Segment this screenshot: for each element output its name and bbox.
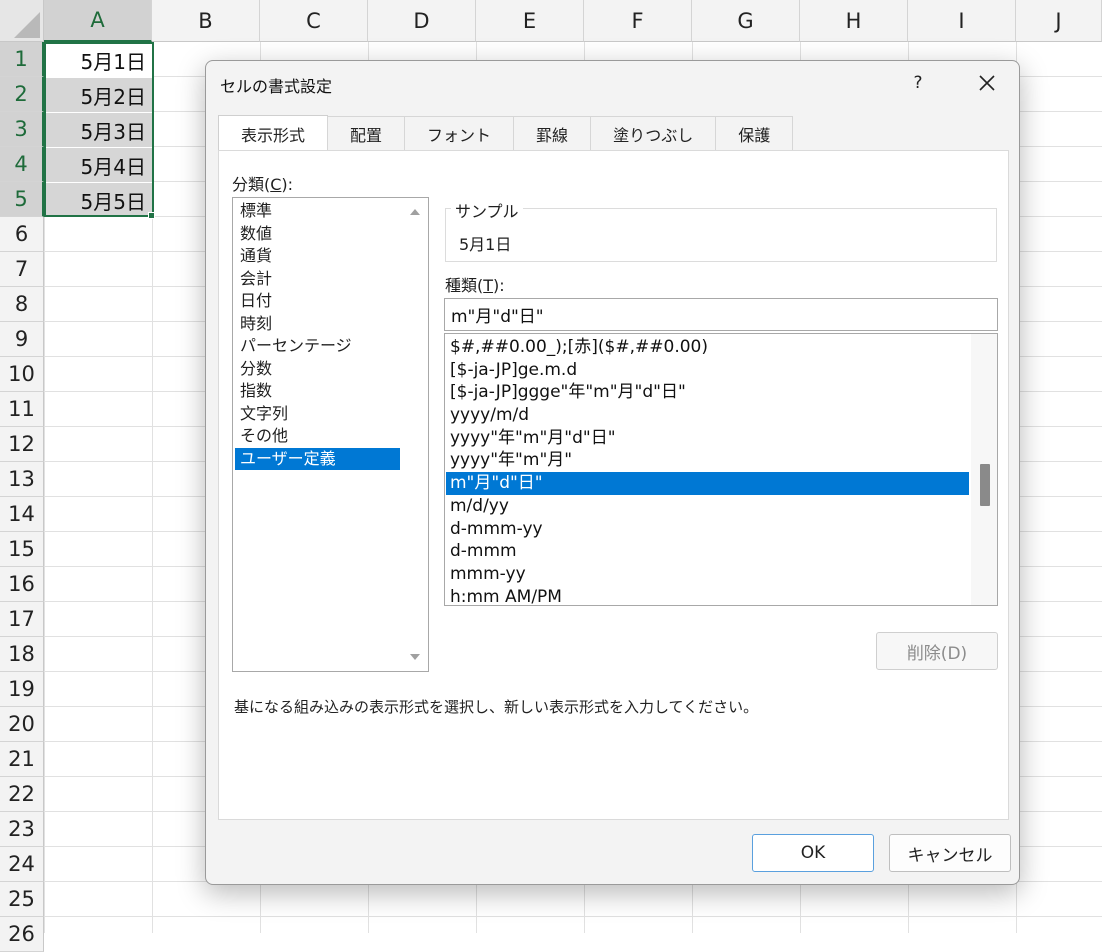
row-header-5[interactable]: 5 (0, 182, 44, 217)
row-header-11[interactable]: 11 (0, 392, 44, 427)
cell-a2[interactable]: 5月2日 (45, 78, 152, 112)
tab-alignment[interactable]: 配置 (327, 116, 406, 150)
format-item[interactable]: m"月"d"日" (446, 472, 969, 495)
number-tab-panel: 分類(C): 標準 数値 通貨 会計 日付 時刻 パーセンテージ 分数 指数 文字列 その他 ユーザー… (218, 150, 1009, 820)
cell-a3[interactable]: 5月3日 (45, 113, 152, 147)
sample-label: サンプル (451, 198, 523, 222)
row-header-1[interactable]: 1 (0, 42, 44, 77)
sample-value: 5月1日 (459, 235, 512, 254)
column-header-g[interactable]: G (692, 0, 800, 42)
format-item[interactable]: mmm-yy (446, 563, 969, 586)
column-header-e[interactable]: E (476, 0, 584, 42)
category-item[interactable]: 標準 (235, 200, 400, 223)
column-header-h[interactable]: H (800, 0, 908, 42)
type-label: 種類(T): (445, 276, 505, 295)
category-item[interactable]: 数値 (235, 223, 400, 246)
tab-font[interactable]: フォント (404, 116, 515, 150)
format-cells-dialog: セルの書式設定 ? 表示形式 配置 フォント 罫線 塗りつぶし 保護 分類(C)… (205, 60, 1020, 885)
close-button[interactable] (971, 67, 1003, 99)
select-all-corner[interactable] (0, 0, 44, 42)
tab-protection[interactable]: 保護 (715, 116, 794, 150)
row-header-22[interactable]: 22 (0, 777, 44, 812)
close-icon (979, 75, 995, 91)
cell-a1[interactable]: 5月1日 (45, 43, 152, 77)
dialog-title: セルの書式設定 (220, 77, 333, 96)
tab-bar: 表示形式 配置 フォント 罫線 塗りつぶし 保護 (218, 115, 794, 151)
cancel-button[interactable]: キャンセル (889, 834, 1011, 872)
row-header-19[interactable]: 19 (0, 672, 44, 707)
category-item[interactable]: 日付 (235, 290, 400, 313)
row-header-9[interactable]: 9 (0, 322, 44, 357)
category-list[interactable]: 標準 数値 通貨 会計 日付 時刻 パーセンテージ 分数 指数 文字列 その他 ユーザー定義 (232, 197, 429, 672)
category-scroll-down[interactable] (409, 651, 421, 663)
row-header-4[interactable]: 4 (0, 147, 44, 182)
row-header-12[interactable]: 12 (0, 427, 44, 462)
category-item[interactable]: 分数 (235, 358, 400, 381)
column-header-f[interactable]: F (584, 0, 692, 42)
format-item[interactable]: yyyy/m/d (446, 404, 969, 427)
row-header-2[interactable]: 2 (0, 77, 44, 112)
row-header-25[interactable]: 25 (0, 882, 44, 917)
category-item[interactable]: 時刻 (235, 313, 400, 336)
format-item[interactable]: $#,##0.00_);[赤]($#,##0.00) (446, 336, 969, 359)
cell-a5[interactable]: 5月5日 (45, 183, 152, 217)
row-header-23[interactable]: 23 (0, 812, 44, 847)
format-list-scrollbar[interactable] (971, 334, 997, 605)
row-header-13[interactable]: 13 (0, 462, 44, 497)
format-item[interactable]: yyyy"年"m"月"d"日" (446, 427, 969, 450)
category-label: 分類(C): (232, 175, 294, 194)
row-header-26[interactable]: 26 (0, 917, 44, 952)
row-header-17[interactable]: 17 (0, 602, 44, 637)
row-header-20[interactable]: 20 (0, 707, 44, 742)
row-header-24[interactable]: 24 (0, 847, 44, 882)
column-header-b[interactable]: B (152, 0, 260, 42)
row-header-18[interactable]: 18 (0, 637, 44, 672)
format-item[interactable]: h:mm AM/PM (446, 586, 969, 605)
delete-button[interactable]: 削除(D) (876, 632, 998, 670)
category-item[interactable]: ユーザー定義 (235, 447, 400, 470)
help-button[interactable]: ? (906, 69, 930, 97)
column-header-c[interactable]: C (260, 0, 368, 42)
format-item[interactable]: yyyy"年"m"月" (446, 449, 969, 472)
column-header-a[interactable]: A (44, 0, 152, 42)
column-header-j[interactable]: J (1016, 0, 1102, 42)
tab-number[interactable]: 表示形式 (218, 115, 329, 151)
category-item[interactable]: パーセンテージ (235, 335, 400, 358)
row-header-15[interactable]: 15 (0, 532, 44, 567)
row-header-3[interactable]: 3 (0, 112, 44, 147)
row-header-7[interactable]: 7 (0, 252, 44, 287)
fill-handle[interactable] (148, 212, 155, 219)
tab-fill[interactable]: 塗りつぶし (590, 116, 717, 150)
column-header-d[interactable]: D (368, 0, 476, 42)
category-item[interactable]: 指数 (235, 380, 400, 403)
category-item[interactable]: 会計 (235, 268, 400, 291)
format-item[interactable]: [$-ja-JP]ggge"年"m"月"d"日" (446, 381, 969, 404)
chevron-up-icon (410, 209, 420, 215)
format-item[interactable]: d-mmm (446, 540, 969, 563)
scrollbar-thumb[interactable] (980, 464, 990, 506)
format-list[interactable]: $#,##0.00_);[赤]($#,##0.00) [$-ja-JP]ge.m.… (444, 333, 998, 606)
cell-a4[interactable]: 5月4日 (45, 148, 152, 182)
category-item[interactable]: 文字列 (235, 403, 400, 426)
instruction-text: 基になる組み込みの表示形式を選択し、新しい表示形式を入力してください。 (234, 698, 759, 716)
category-item[interactable]: 通貨 (235, 245, 400, 268)
column-header-i[interactable]: I (908, 0, 1016, 42)
row-header-14[interactable]: 14 (0, 497, 44, 532)
chevron-down-icon (410, 654, 420, 660)
row-header-16[interactable]: 16 (0, 567, 44, 602)
row-header-6[interactable]: 6 (0, 217, 44, 252)
category-scroll-up[interactable] (409, 206, 421, 218)
type-input[interactable] (444, 298, 998, 331)
format-item[interactable]: m/d/yy (446, 495, 969, 518)
row-header-21[interactable]: 21 (0, 742, 44, 777)
sample-group (445, 208, 997, 262)
format-item[interactable]: [$-ja-JP]ge.m.d (446, 359, 969, 382)
category-item[interactable]: その他 (235, 425, 400, 448)
format-item[interactable]: d-mmm-yy (446, 518, 969, 541)
row-header-8[interactable]: 8 (0, 287, 44, 322)
tab-border[interactable]: 罫線 (513, 116, 592, 150)
row-header-10[interactable]: 10 (0, 357, 44, 392)
ok-button[interactable]: OK (752, 834, 874, 872)
